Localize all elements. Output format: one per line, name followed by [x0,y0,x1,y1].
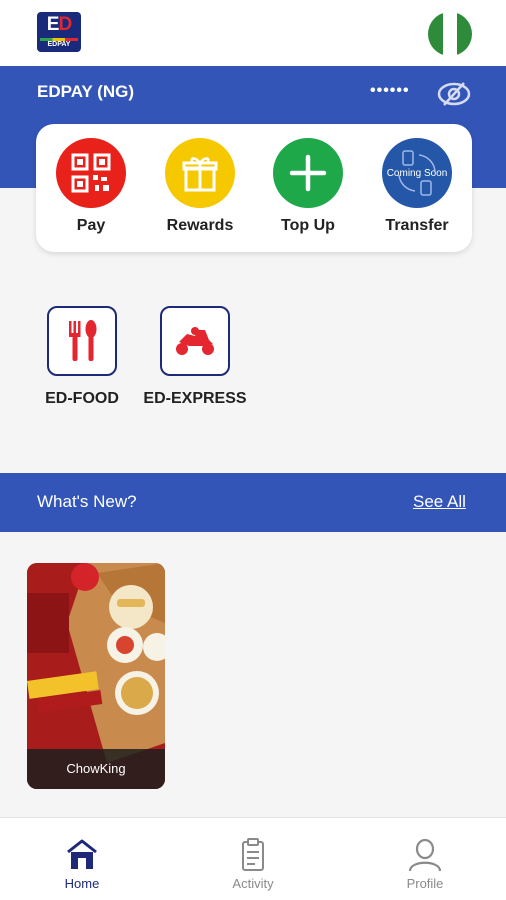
fork-spoon-icon [47,306,117,376]
home-icon [64,838,100,872]
ed-express-label: ED-EXPRESS [143,390,247,407]
ed-food-label: ED-FOOD [45,390,119,407]
nav-home-label: Home [64,876,100,891]
logo-subtext: EDPAY [47,41,71,48]
ed-food-tile[interactable]: ED-FOOD [40,306,124,408]
quick-actions-card: Pay Rewards Top Up Coming Soon Transfer [36,124,472,252]
nav-home[interactable]: Home [42,838,122,891]
motorbike-icon [160,306,230,376]
clipboard-icon [235,838,271,872]
nav-activity-label: Activity [232,876,274,891]
rewards-button[interactable]: Rewards [155,138,245,235]
chowking-promo-card[interactable]: ChowKing [27,563,165,789]
whats-new-title: What's New? [37,492,137,511]
ed-express-tile[interactable]: ED-EXPRESS [140,306,250,408]
coming-soon-badge: Coming Soon [386,167,448,179]
gift-icon [165,138,235,208]
nigeria-flag-icon[interactable] [428,12,472,56]
pay-button[interactable]: Pay [46,138,136,235]
top-up-button[interactable]: Top Up [263,138,353,235]
see-all-link[interactable]: See All [413,492,466,512]
nav-profile-label: Profile [406,876,444,891]
plus-icon [273,138,343,208]
top-bar: ED EDPAY [0,0,506,66]
transfer-label: Transfer [385,217,449,234]
eye-off-icon[interactable] [436,79,472,109]
promo-caption: ChowKing [66,761,126,776]
transfer-icon: Coming Soon [382,138,452,208]
user-icon [407,838,443,872]
balance-mask: •••••• [370,82,410,99]
transfer-button[interactable]: Coming Soon Transfer [372,138,462,235]
qr-code-icon [56,138,126,208]
top-up-label: Top Up [281,217,335,234]
account-name: EDPAY (NG) [37,82,134,101]
edpay-logo: ED EDPAY [37,12,81,52]
rewards-label: Rewards [166,217,234,234]
nav-profile[interactable]: Profile [385,838,465,891]
pay-label: Pay [76,217,106,234]
nav-activity[interactable]: Activity [213,838,293,891]
bottom-nav: Home Activity Profile [0,817,506,900]
